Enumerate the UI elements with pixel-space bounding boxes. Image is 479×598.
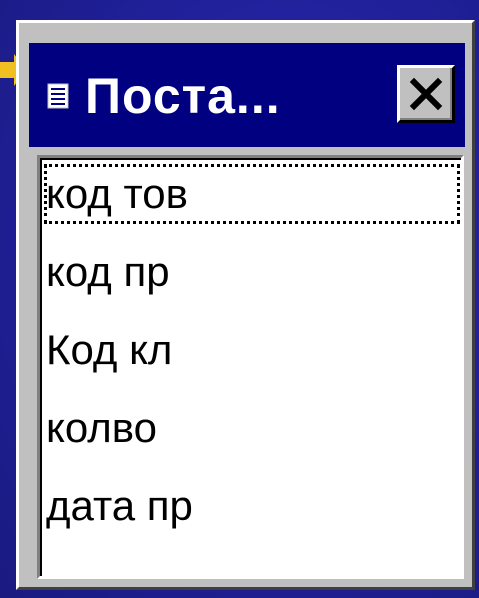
- title-bar[interactable]: Поста...: [29, 43, 465, 147]
- list-item-kod-pr[interactable]: код пр: [44, 242, 460, 302]
- field-list-window: Поста... код тов код пр Код кл колво дат…: [16, 20, 475, 590]
- window-title: Поста...: [85, 68, 281, 124]
- close-icon: [409, 77, 443, 111]
- list-item-data-pr[interactable]: дата пр: [44, 476, 460, 536]
- field-listbox[interactable]: код тов код пр Код кл колво дата пр: [37, 155, 464, 579]
- list-item-kod-tov[interactable]: код тов: [44, 164, 460, 224]
- list-item-kolvo[interactable]: колво: [44, 398, 460, 458]
- close-button[interactable]: [397, 65, 455, 123]
- table-document-icon: [47, 83, 69, 109]
- list-item-kod-kl[interactable]: Код кл: [44, 320, 460, 380]
